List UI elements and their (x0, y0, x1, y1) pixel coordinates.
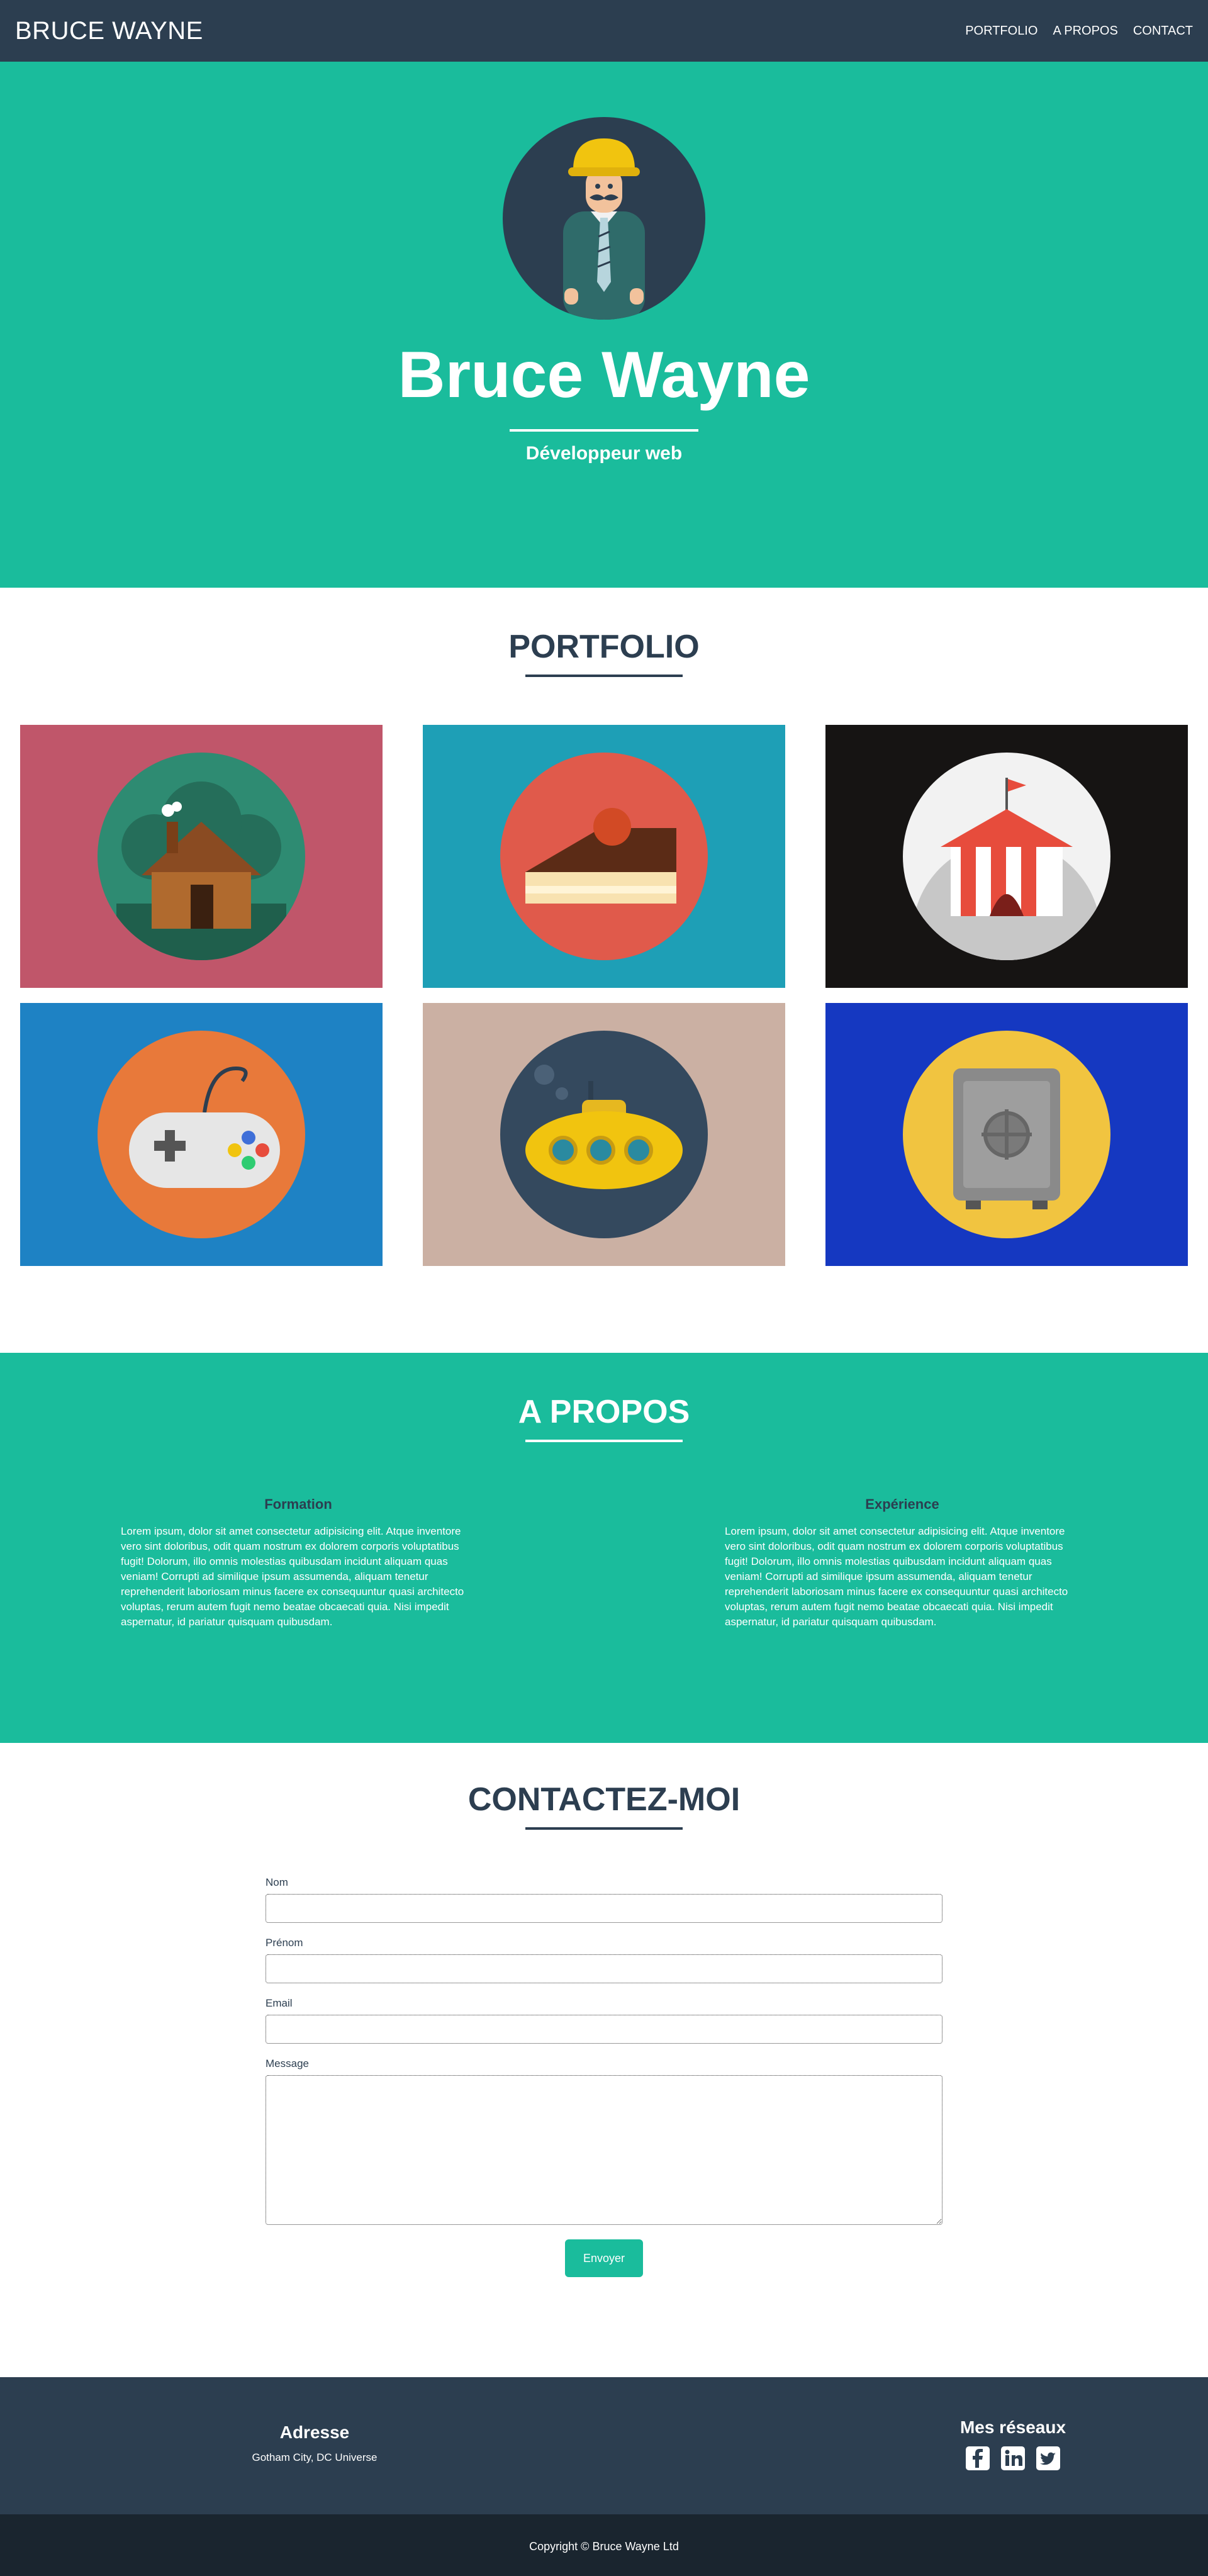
nom-label: Nom (266, 1876, 288, 1888)
nav-link-portfolio[interactable]: PORTFOLIO (965, 24, 1037, 38)
address-text: Gotham City, DC Universe (252, 2451, 378, 2463)
email-input[interactable] (266, 2015, 942, 2044)
message-label: Message (266, 2058, 309, 2069)
portfolio-item-controller[interactable] (20, 1003, 383, 1266)
about-divider (525, 1440, 683, 1442)
social-links (818, 2446, 1208, 2470)
facebook-icon[interactable] (966, 2446, 990, 2470)
footer-address: Adresse Gotham City, DC Universe (0, 2422, 629, 2514)
portfolio-title: PORTFOLIO (508, 629, 700, 665)
portfolio-divider (525, 675, 683, 677)
about-heading-formation: Formation (264, 1496, 332, 1512)
footer: Adresse Gotham City, DC Universe Mes rés… (0, 2377, 1208, 2514)
navbar: BRUCE WAYNE PORTFOLIO A PROPOS CONTACT (0, 0, 1208, 62)
footer-social: Mes réseaux (629, 2417, 1208, 2514)
prenom-input[interactable] (266, 1954, 942, 1983)
about-heading-experience: Expérience (865, 1496, 939, 1512)
game-controller-icon (129, 1066, 280, 1188)
hero-name: Bruce Wayne (398, 339, 810, 412)
portfolio-item-cabin[interactable] (20, 725, 383, 988)
portfolio-item-submarine[interactable] (423, 1003, 785, 1266)
businessman-icon (563, 138, 645, 320)
cake-icon (525, 808, 676, 904)
brand-logo[interactable]: BRUCE WAYNE (15, 17, 203, 45)
about-section: A PROPOS Formation Lorem ipsum, dolor si… (0, 1353, 1208, 1743)
about-text-experience: Lorem ipsum, dolor sit amet consectetur … (725, 1525, 1068, 1628)
twitter-icon[interactable] (1036, 2446, 1060, 2470)
linkedin-icon[interactable] (1001, 2446, 1025, 2470)
portfolio-grid (0, 725, 1208, 1266)
avatar (503, 117, 705, 320)
submarine-icon (525, 1065, 683, 1189)
safe-icon (953, 1068, 1060, 1209)
portfolio-item-circus[interactable] (825, 725, 1188, 988)
about-title: A PROPOS (518, 1394, 690, 1430)
hero-subtitle: Développeur web (525, 443, 683, 464)
email-label: Email (266, 1997, 293, 2009)
nav-link-contact[interactable]: CONTACT (1133, 24, 1193, 38)
circus-tent-icon (912, 778, 1101, 960)
hero-divider (510, 429, 698, 432)
portfolio-item-cake[interactable] (423, 725, 785, 988)
portfolio-item-safe[interactable] (825, 1003, 1188, 1266)
about-columns: Formation Lorem ipsum, dolor sit amet co… (0, 1496, 1208, 1630)
portfolio-section: PORTFOLIO (0, 588, 1208, 1353)
about-column-experience: Expérience Lorem ipsum, dolor sit amet c… (725, 1496, 1080, 1630)
nom-input[interactable] (266, 1894, 942, 1923)
send-button[interactable]: Envoyer (565, 2239, 643, 2277)
nav-link-a-propos[interactable]: A PROPOS (1053, 24, 1117, 38)
cabin-icon (116, 781, 286, 960)
about-column-formation: Formation Lorem ipsum, dolor sit amet co… (121, 1496, 476, 1630)
hero-section: Bruce Wayne Développeur web (0, 62, 1208, 588)
social-title: Mes réseaux (959, 2417, 1066, 2437)
about-text-formation: Lorem ipsum, dolor sit amet consectetur … (121, 1525, 464, 1628)
contact-title: CONTACTEZ-MOI (467, 1781, 741, 1818)
copyright-text: Copyright © Bruce Wayne Ltd (529, 2540, 679, 2553)
address-title: Adresse (279, 2422, 350, 2442)
message-textarea[interactable] (266, 2075, 942, 2225)
contact-divider (525, 1827, 683, 1830)
prenom-label: Prénom (266, 1937, 303, 1949)
contact-form: Nom Prénom Email Message Envoyer (266, 1876, 942, 2277)
contact-section: CONTACTEZ-MOI Nom Prénom Email Message E… (0, 1743, 1208, 2377)
nav-links: PORTFOLIO A PROPOS CONTACT (965, 24, 1193, 38)
copyright-bar: Copyright © Bruce Wayne Ltd (0, 2514, 1208, 2576)
